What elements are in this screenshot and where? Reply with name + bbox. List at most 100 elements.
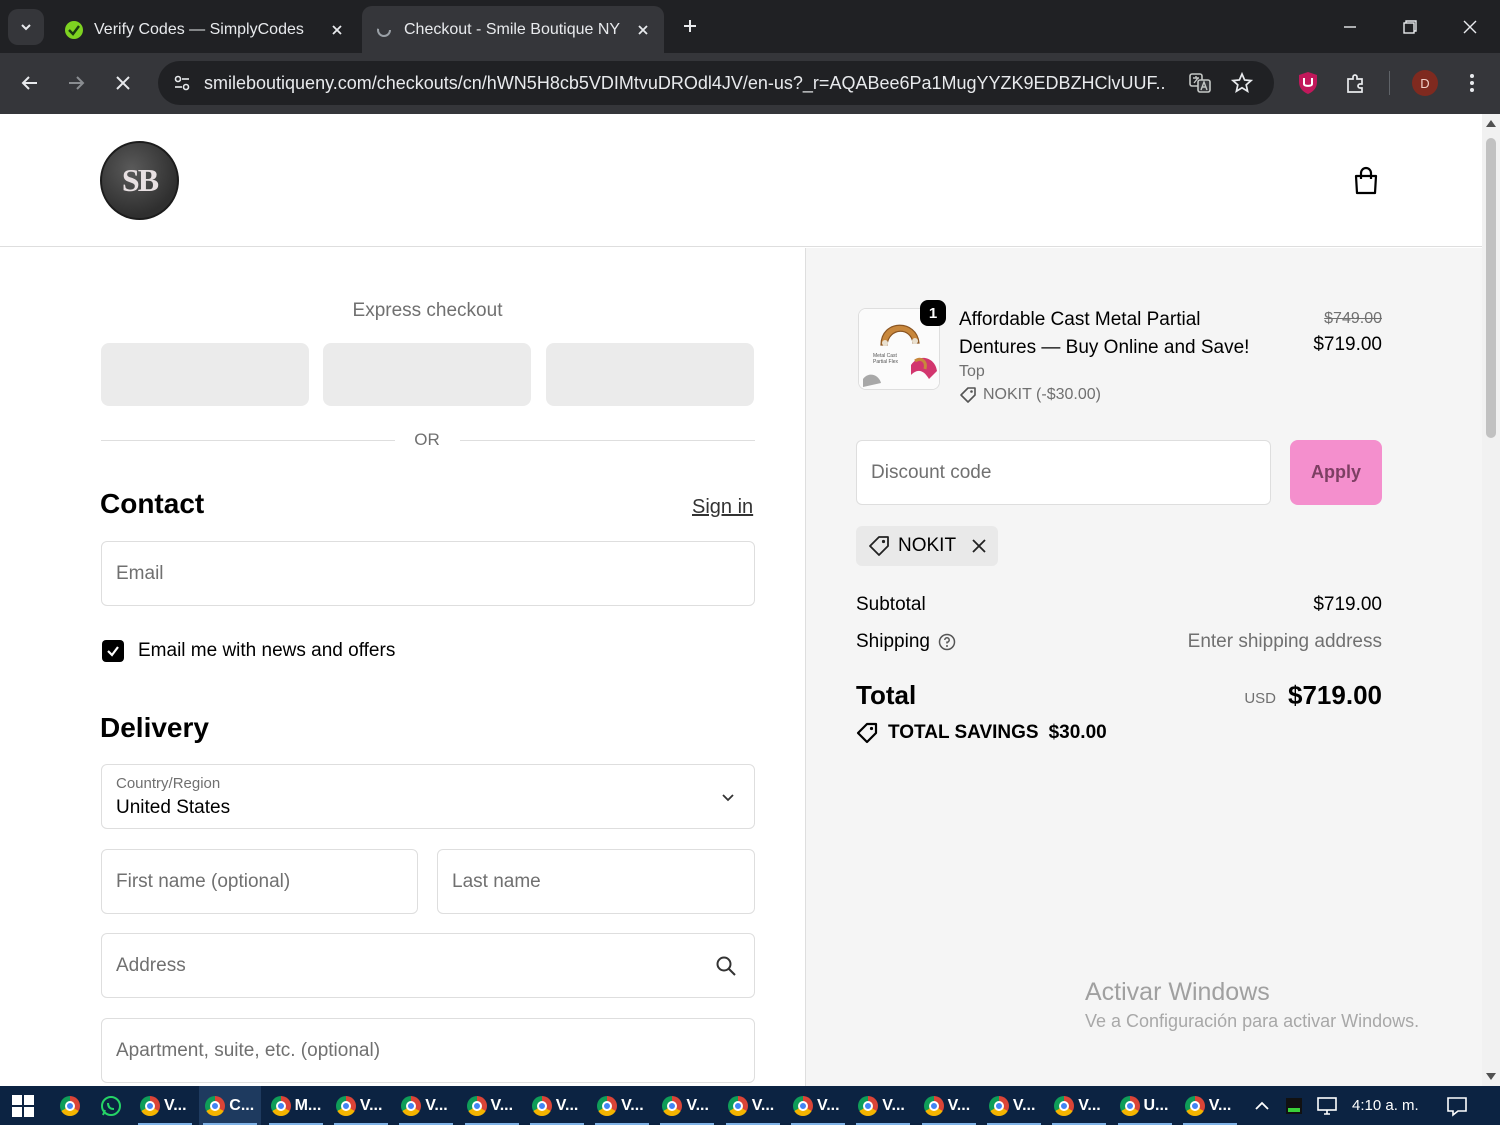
taskbar-window-button[interactable]: M... <box>265 1086 327 1125</box>
windows-start-icon[interactable] <box>12 1095 34 1117</box>
contact-heading: Contact <box>100 488 205 519</box>
store-logo[interactable]: SB <box>100 141 179 220</box>
last-name-field[interactable] <box>437 849 755 914</box>
total-value: $719.00 <box>1288 680 1382 710</box>
close-icon <box>116 76 130 90</box>
first-name-input[interactable] <box>116 850 403 913</box>
country-value: United States <box>116 797 231 818</box>
taskbar-window-button[interactable]: C... <box>199 1086 262 1125</box>
last-name-input[interactable] <box>452 850 740 913</box>
express-pay-button-1[interactable] <box>101 343 309 406</box>
taskbar-chrome-pinned[interactable] <box>60 1086 80 1125</box>
forward-button[interactable] <box>58 65 94 101</box>
url-text[interactable]: smileboutiqueny.com/checkouts/cn/hWN5H8c… <box>204 73 1164 94</box>
express-pay-button-2[interactable] <box>323 343 531 406</box>
browser-tab-strip: Verify Codes — SimplyCodes Checkout - Sm… <box>0 0 1500 53</box>
taskbar-window-button[interactable]: V... <box>787 1086 849 1125</box>
chrome-icon <box>597 1095 618 1116</box>
taskbar-window-button[interactable]: V... <box>526 1086 588 1125</box>
search-icon <box>716 956 736 976</box>
back-button[interactable] <box>12 65 48 101</box>
logo-text: SB <box>121 162 159 198</box>
clock[interactable]: 4:10 a. m. <box>1352 1086 1419 1125</box>
taskbar-window-button[interactable]: V... <box>330 1086 392 1125</box>
taskbar-window-button[interactable]: V... <box>1048 1086 1110 1125</box>
help-circle-icon[interactable] <box>938 633 956 651</box>
network-icon[interactable] <box>1316 1086 1338 1125</box>
taskbar-window-button[interactable]: V... <box>1179 1086 1241 1125</box>
taskbar-window-button[interactable]: U... <box>1114 1086 1176 1125</box>
apartment-field[interactable] <box>101 1018 755 1083</box>
tray-overflow-icon[interactable] <box>1254 1086 1270 1125</box>
discount-code-input[interactable] <box>871 441 1256 504</box>
notifications-icon[interactable] <box>1446 1086 1468 1125</box>
close-window-button[interactable] <box>1450 10 1490 44</box>
taskbar-window-label: V... <box>817 1096 840 1114</box>
taskbar-window-button[interactable]: V... <box>134 1086 196 1125</box>
minimize-button[interactable] <box>1330 10 1370 44</box>
email-input[interactable] <box>116 542 740 605</box>
address-field[interactable] <box>101 933 755 998</box>
taskbar-window-button[interactable]: V... <box>395 1086 457 1125</box>
scroll-down-arrow-icon[interactable] <box>1486 1073 1496 1080</box>
page-scrollbar[interactable] <box>1482 114 1500 1086</box>
apply-discount-button[interactable]: Apply <box>1290 440 1382 505</box>
item-price: $719.00 <box>1313 334 1382 355</box>
taskbar-window-label: V... <box>490 1096 514 1114</box>
product-discount: NOKIT (-$30.00) <box>959 386 1101 404</box>
taskbar-window-button[interactable]: V... <box>918 1086 980 1125</box>
close-tab-icon[interactable] <box>328 21 346 39</box>
newsletter-checkbox[interactable] <box>102 640 124 662</box>
country-select[interactable]: Country/Region United States <box>101 764 755 829</box>
express-pay-button-3[interactable] <box>546 343 754 406</box>
taskbar-window-button[interactable]: V... <box>852 1086 914 1125</box>
chrome-icon <box>1119 1095 1140 1116</box>
windows-activation-subtitle: Ve a Configuración para activar Windows. <box>1085 1011 1420 1031</box>
restore-button[interactable] <box>1390 10 1430 44</box>
taskbar-window-label: V... <box>1012 1096 1036 1114</box>
divider-line <box>460 440 755 441</box>
scrollbar-thumb[interactable] <box>1486 138 1496 438</box>
first-name-field[interactable] <box>101 849 418 914</box>
restore-icon <box>1403 20 1417 34</box>
remove-discount-icon[interactable] <box>970 537 988 555</box>
site-info-icon[interactable] <box>168 69 196 97</box>
cart-button[interactable] <box>1350 164 1382 198</box>
extensions-puzzle-icon[interactable] <box>1340 67 1372 99</box>
subtotal-value: $719.00 <box>1313 594 1382 615</box>
bookmark-star-icon[interactable] <box>1228 69 1256 97</box>
simplycodes-favicon-icon <box>65 20 83 39</box>
taskbar-window-label: V... <box>555 1096 579 1114</box>
email-field[interactable] <box>101 541 755 606</box>
tray-app-icon[interactable] <box>1284 1086 1304 1125</box>
browser-toolbar: smileboutiqueny.com/checkouts/cn/hWN5H8c… <box>0 53 1500 114</box>
discount-code-field[interactable] <box>856 440 1271 505</box>
tab-search-button[interactable] <box>8 9 44 45</box>
stop-loading-button[interactable] <box>105 65 141 101</box>
scroll-up-arrow-icon[interactable] <box>1486 120 1496 127</box>
chevron-down-icon <box>21 24 31 31</box>
total-label: Total <box>856 680 917 710</box>
address-input[interactable] <box>116 934 740 997</box>
taskbar-whatsapp[interactable] <box>100 1086 122 1125</box>
taskbar-window-button[interactable]: V... <box>591 1086 653 1125</box>
profile-avatar[interactable]: D <box>1412 70 1438 96</box>
new-tab-button[interactable] <box>676 12 704 40</box>
taskbar-window-button[interactable]: V... <box>983 1086 1045 1125</box>
taskbar-window-button[interactable]: V... <box>722 1086 784 1125</box>
tag-icon <box>856 722 878 744</box>
newsletter-label[interactable]: Email me with news and offers <box>138 640 395 662</box>
taskbar-window-button[interactable]: V... <box>656 1086 718 1125</box>
ublock-extension-icon[interactable] <box>1292 67 1324 99</box>
chrome-icon <box>60 1095 80 1116</box>
apartment-input[interactable] <box>116 1019 740 1082</box>
tab-simplycodes[interactable]: Verify Codes — SimplyCodes <box>52 6 358 53</box>
translate-icon[interactable] <box>1186 69 1214 97</box>
more-menu-icon[interactable] <box>1456 67 1488 99</box>
chrome-icon <box>793 1095 813 1116</box>
taskbar-window-button[interactable]: V... <box>461 1086 523 1125</box>
tab-checkout[interactable]: Checkout - Smile Boutique NY <box>362 6 664 53</box>
sign-in-link[interactable]: Sign in <box>692 496 753 519</box>
close-tab-icon[interactable] <box>634 21 652 39</box>
address-bar[interactable]: smileboutiqueny.com/checkouts/cn/hWN5H8c… <box>158 61 1274 105</box>
